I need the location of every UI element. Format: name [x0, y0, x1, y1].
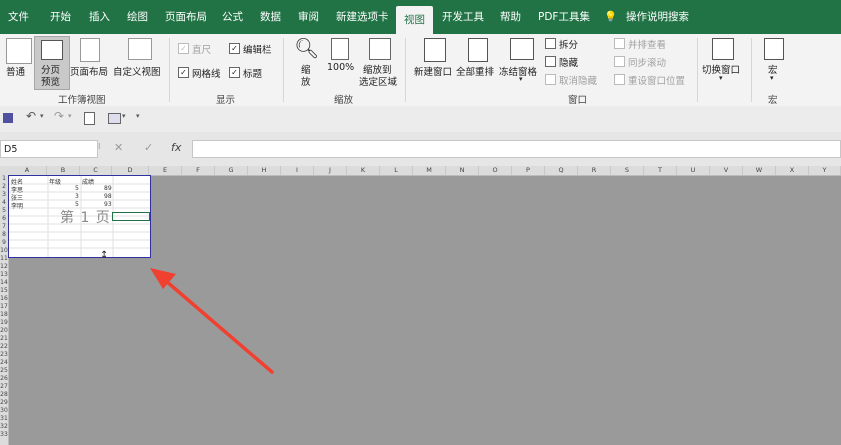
annotation-arrow	[150, 268, 274, 374]
